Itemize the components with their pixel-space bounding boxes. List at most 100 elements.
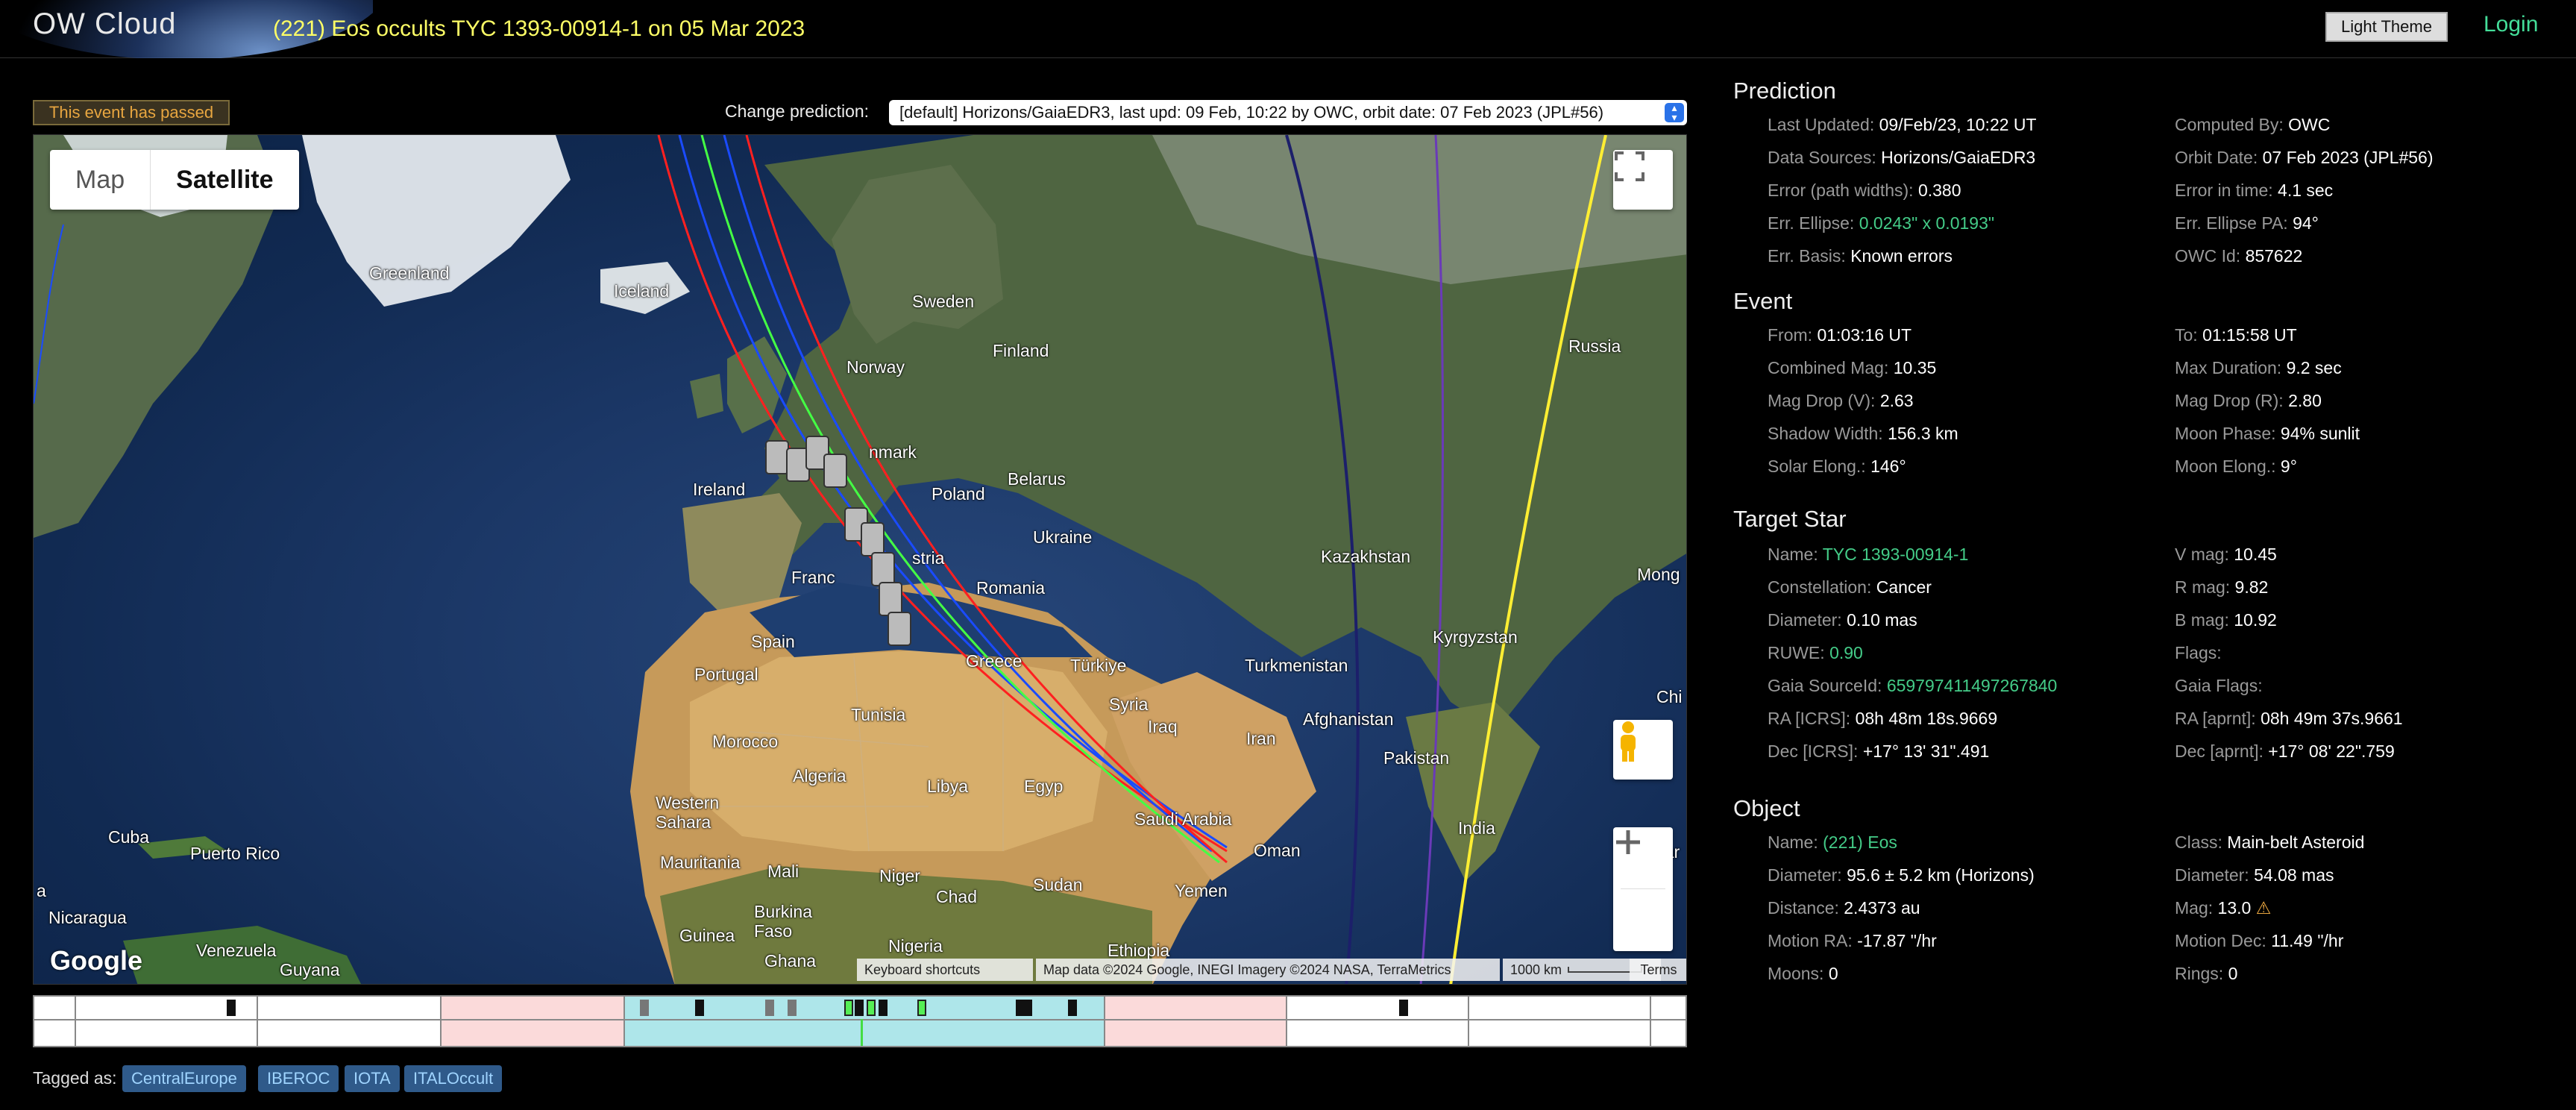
mag-drop-v-row: Mag Drop (V): 2.63 (1768, 391, 1914, 410)
target-star-heading: Target Star (1733, 506, 1847, 532)
gaia-sourceid-link[interactable]: 659797411497267840 (1887, 676, 2058, 695)
select-arrows-icon: ▴ ▾ (1665, 102, 1684, 122)
timeline-event-mark[interactable] (227, 1000, 236, 1016)
timeline-event-mark[interactable] (765, 1000, 774, 1016)
orbit-date-row: Orbit Date: 07 Feb 2023 (JPL#56) (2175, 148, 2434, 167)
mag-drop-r-row: Mag Drop (R): 2.80 (2175, 391, 2322, 410)
data-sources-row: Data Sources: Horizons/GaiaEDR3 (1768, 148, 2036, 167)
timeline-event-mark[interactable] (917, 1000, 926, 1016)
timeline-event-mark[interactable] (788, 1000, 797, 1016)
tagged-as-label: Tagged as: (33, 1068, 117, 1088)
label-romania: Romania (976, 578, 1046, 598)
label-sudan: Sudan (1033, 875, 1083, 894)
shadow-width-row: Shadow Width: 156.3 km (1768, 424, 1958, 443)
timeline-event-mark[interactable] (879, 1000, 888, 1016)
map-type-map-button[interactable]: Map (50, 150, 151, 210)
star-name-row: Name: TYC 1393-00914-1 (1768, 545, 1969, 564)
timeline-event-mark[interactable] (695, 1000, 704, 1016)
label-ireland: Ireland (693, 480, 746, 499)
label-nigeria: Nigeria (888, 936, 943, 956)
label-libya: Libya (927, 777, 968, 796)
moons-row: Moons: 0 (1768, 964, 1838, 983)
label-kazakhstan: Kazakhstan (1321, 547, 1411, 566)
timeline-event-mark[interactable] (640, 1000, 649, 1016)
tag-italoccult[interactable]: ITALOccult (404, 1065, 503, 1092)
map-scale-label: 1000 km (1510, 962, 1562, 977)
label-oman: Oman (1254, 841, 1301, 860)
label-poland: Poland (932, 484, 985, 504)
timeline-event-mark[interactable] (844, 1000, 853, 1016)
label-ethiopia: Ethiopia (1108, 941, 1170, 960)
label-iran: Iran (1246, 729, 1276, 748)
fullscreen-icon (1615, 151, 1644, 181)
error-path-widths-row: Error (path widths): 0.380 (1768, 181, 1961, 200)
observer-marker (879, 582, 902, 616)
label-mexico: a (37, 881, 46, 900)
object-mag-row: Mag: 13.0 ⚠ (2175, 898, 2272, 918)
google-logo: Google (50, 945, 142, 976)
timeline-event-mark[interactable] (1016, 1000, 1032, 1016)
label-egypt: Egyp (1024, 777, 1064, 796)
map-type-satellite-button[interactable]: Satellite (151, 150, 298, 210)
event-from-row: From: 01:03:16 UT (1768, 325, 1912, 345)
combined-mag-row: Combined Mag: 10.35 (1768, 358, 1937, 377)
tag-iberoc[interactable]: IBEROC (258, 1065, 339, 1092)
observer-marker (871, 552, 895, 586)
moon-elong-row: Moon Elong.: 9° (2175, 457, 2297, 476)
distance-row: Distance: 2.4373 au (1768, 898, 1920, 918)
max-duration-row: Max Duration: 9.2 sec (2175, 358, 2342, 377)
timeline-event-mark[interactable] (1399, 1000, 1408, 1016)
timeline-event-mark[interactable] (1068, 1000, 1077, 1016)
err-ellipse-link[interactable]: 0.0243" x 0.0193" (1859, 213, 1994, 233)
label-burkina-faso: Burkina Faso (754, 902, 812, 941)
street-view-pegman[interactable] (1613, 720, 1673, 780)
tag-iota[interactable]: IOTA (345, 1065, 400, 1092)
prediction-heading: Prediction (1733, 78, 1836, 104)
timeline-event-mark[interactable] (867, 1000, 876, 1016)
timeline-gridline (623, 997, 625, 1046)
moon-phase-row: Moon Phase: 94% sunlit (2175, 424, 2360, 443)
timeline-event-mark[interactable] (855, 1000, 864, 1016)
occultation-map[interactable]: Greenland Iceland Sweden Finland Russia … (33, 134, 1687, 985)
label-china: Chi (1656, 687, 1683, 706)
solar-elong-row: Solar Elong.: 146° (1768, 457, 1906, 476)
dec-icrs-row: Dec [ICRS]: +17° 13' 31".491 (1768, 741, 1990, 761)
object-name-link[interactable]: (221) Eos (1823, 832, 1897, 852)
label-puerto-rico: Puerto Rico (190, 844, 280, 863)
terms-link[interactable]: Terms (1630, 959, 1686, 981)
star-name-link[interactable]: TYC 1393-00914-1 (1823, 545, 1969, 564)
ireland-land (690, 374, 723, 418)
err-ellipse-pa-row: Err. Ellipse PA: 94° (2175, 213, 2319, 233)
label-morocco: Morocco (712, 732, 779, 751)
event-timeline[interactable] (33, 995, 1687, 1047)
label-turkiye: Türkiye (1070, 656, 1127, 675)
login-link[interactable]: Login (2484, 12, 2538, 37)
app-header: OW Cloud (221) Eos occults TYC 1393-0091… (0, 0, 2576, 58)
label-sweden: Sweden (912, 292, 975, 311)
gaia-flags-row: Gaia Flags: (2175, 676, 2263, 695)
timeline-segment-pink-left (440, 997, 623, 1046)
keyboard-shortcuts-link[interactable]: Keyboard shortcuts (857, 959, 1033, 981)
label-kyrgyzstan: Kyrgyzstan (1433, 627, 1518, 647)
ruwe-link[interactable]: 0.90 (1829, 643, 1863, 662)
label-finland: Finland (993, 341, 1049, 360)
label-guinea: Guinea (679, 926, 735, 945)
fullscreen-button[interactable] (1613, 150, 1673, 210)
light-theme-button[interactable]: Light Theme (2325, 12, 2448, 42)
label-spain: Spain (751, 632, 795, 651)
timeline-gridline (1286, 997, 1287, 1046)
warning-icon[interactable]: ⚠ (2256, 898, 2272, 918)
timeline-gridline (75, 997, 76, 1046)
iberia-land (682, 493, 802, 612)
class-row: Class: Main-belt Asteroid (2175, 832, 2365, 852)
timeline-gridline (1104, 997, 1105, 1046)
prediction-select[interactable]: [default] Horizons/GaiaEDR3, last upd: 0… (889, 100, 1687, 125)
tag-centraleurope[interactable]: CentralEurope (122, 1065, 246, 1092)
label-iceland: Iceland (614, 281, 670, 301)
flags-row: Flags: (2175, 643, 2222, 662)
label-guyana: Guyana (280, 960, 340, 979)
label-yemen: Yemen (1175, 881, 1228, 900)
label-saudi-arabia: Saudi Arabia (1134, 809, 1232, 829)
label-cuba: Cuba (108, 827, 149, 847)
observer-marker (861, 522, 885, 556)
